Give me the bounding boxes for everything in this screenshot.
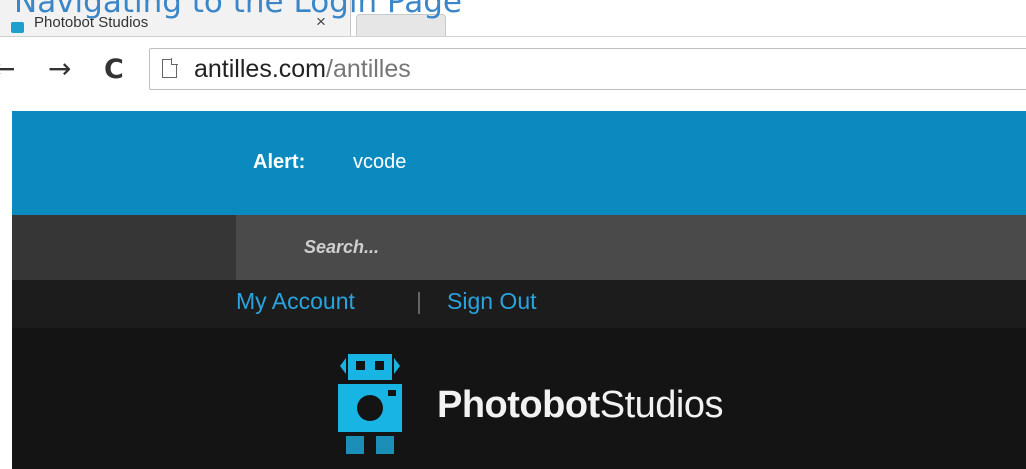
slide-heading: Navigating to the Login Page [14, 0, 463, 20]
url-path: /antilles [326, 55, 411, 83]
search-band [12, 215, 1026, 280]
url-text[interactable]: antilles.com/antilles [194, 54, 411, 84]
alert-message: vcode [353, 151, 407, 173]
browser-toolbar: ← → C antilles.com/antilles [0, 37, 1026, 111]
search-box [236, 215, 1026, 280]
sign-out-link[interactable]: Sign Out [447, 288, 537, 315]
alert-banner: Alert: vcode [12, 111, 1026, 215]
link-separator: | [416, 288, 422, 314]
back-arrow-icon[interactable]: ← [0, 52, 15, 86]
brand-name-bold: Photobot [437, 384, 600, 426]
reload-icon[interactable]: C [104, 53, 124, 87]
logo-band: PhotobotStudios [12, 328, 1026, 469]
account-nav: My Account | Sign Out [12, 280, 1026, 328]
page-icon [162, 58, 178, 78]
alert-label: Alert: [253, 151, 306, 173]
favicon-icon [11, 22, 24, 33]
my-account-link[interactable]: My Account [236, 288, 355, 315]
address-bar[interactable]: antilles.com/antilles [149, 48, 1026, 90]
brand-name-light: Studios [599, 384, 724, 426]
url-domain: antilles.com [194, 55, 326, 83]
search-input[interactable] [236, 215, 1016, 280]
photobot-robot-logo-icon[interactable] [334, 354, 406, 454]
forward-arrow-icon[interactable]: → [48, 52, 71, 86]
page-gutter [0, 111, 12, 469]
brand-name[interactable]: PhotobotStudios [437, 384, 723, 427]
